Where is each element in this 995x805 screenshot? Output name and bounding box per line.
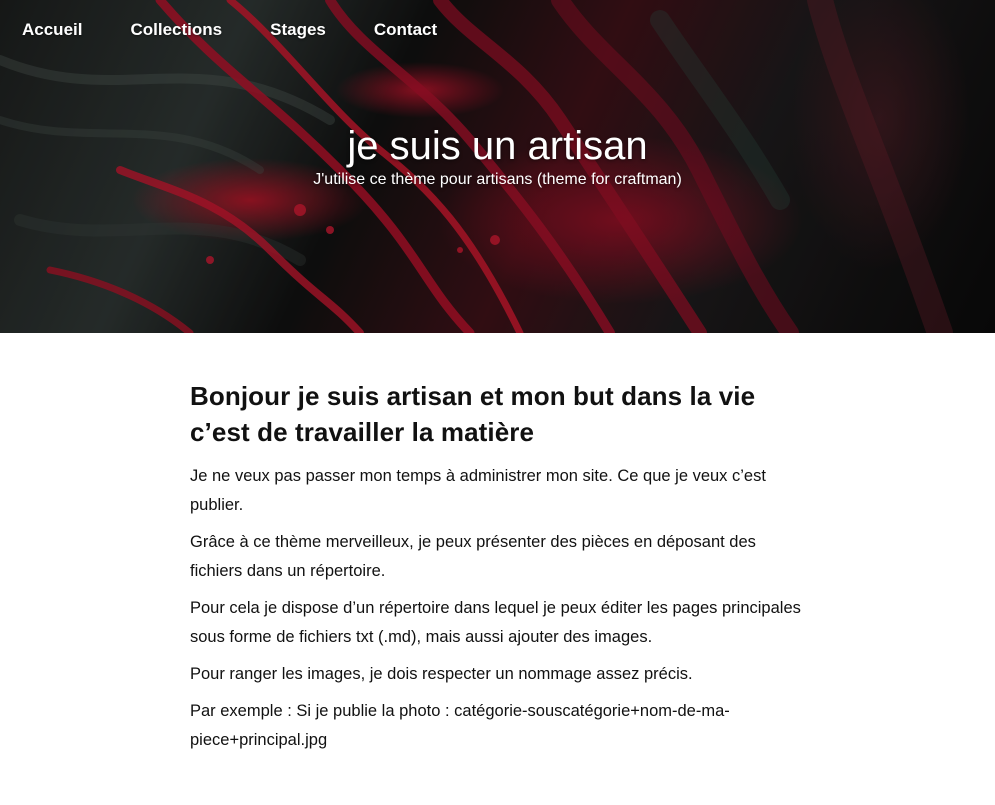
main-navigation: Accueil Collections Stages Contact (22, 19, 485, 41)
nav-item-accueil[interactable]: Accueil (22, 19, 82, 41)
paragraph: Pour cela je dispose d’un répertoire dan… (190, 599, 801, 646)
hero-text-block: je suis un artisan J'utilise ce thème po… (0, 122, 995, 190)
paragraph: Pour ranger les images, je dois respecte… (190, 665, 693, 683)
paragraph: Par exemple : Si je publie la photo : ca… (190, 702, 730, 749)
paragraph: Grâce à ce thème merveilleux, je peux pr… (190, 533, 756, 580)
site-subtitle: J'utilise ce thème pour artisans (theme … (313, 171, 682, 188)
nav-item-collections[interactable]: Collections (130, 19, 222, 41)
nav-item-stages[interactable]: Stages (270, 19, 326, 41)
site-title: je suis un artisan (347, 124, 648, 168)
paragraph: Je ne veux pas passer mon temps à admini… (190, 467, 766, 514)
hero-banner: Accueil Collections Stages Contact je su… (0, 0, 995, 333)
main-content: Bonjour je suis artisan et mon but dans … (190, 378, 810, 763)
page-heading: Bonjour je suis artisan et mon but dans … (190, 381, 756, 447)
nav-item-contact[interactable]: Contact (374, 19, 437, 41)
